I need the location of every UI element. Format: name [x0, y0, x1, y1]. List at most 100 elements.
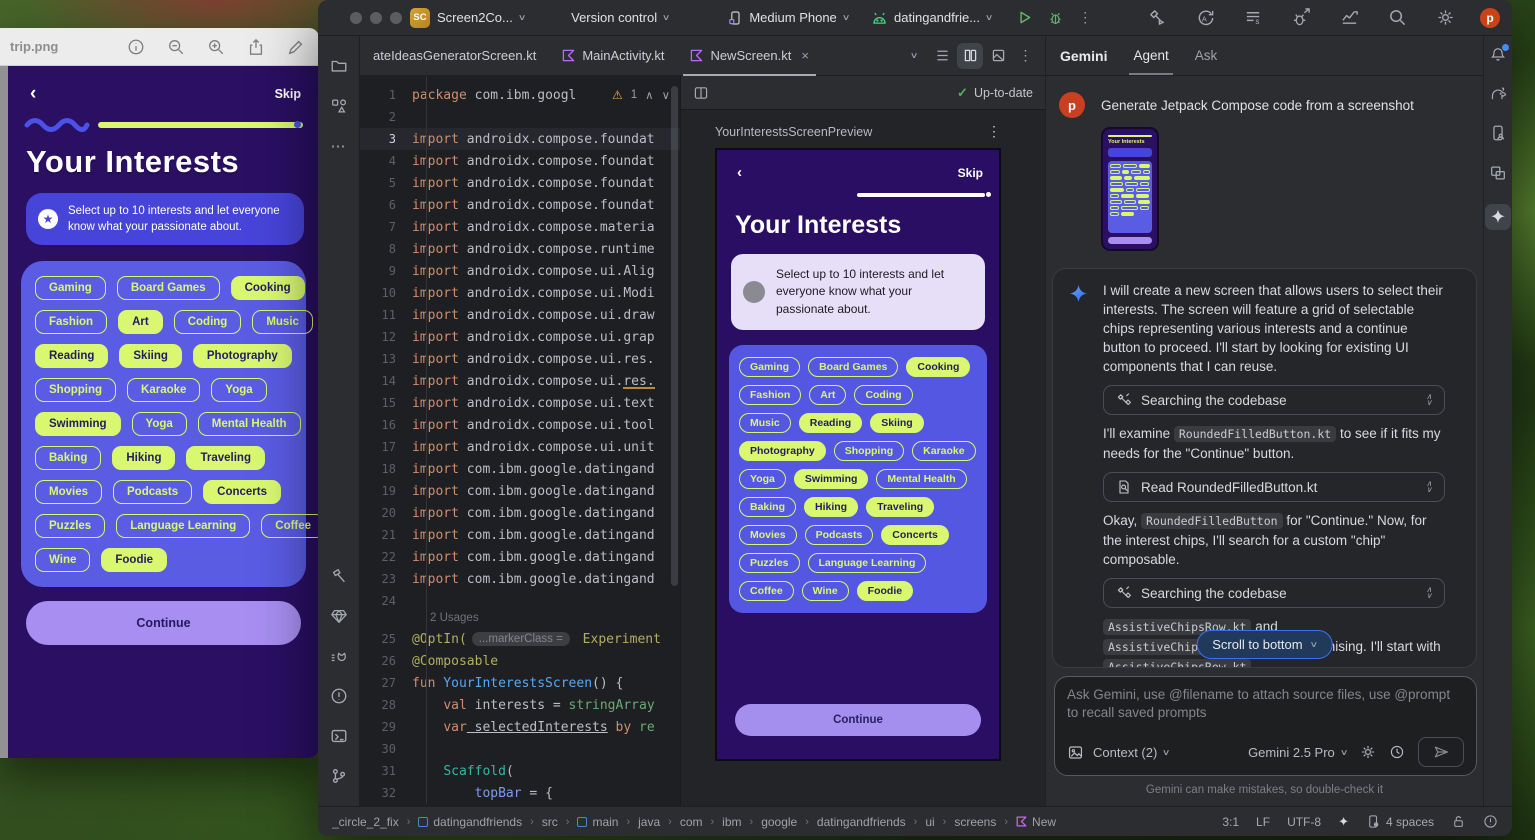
zoom-window-button[interactable]	[390, 12, 402, 24]
interest-chip: Skiing	[870, 413, 924, 433]
attached-screenshot-thumbnail[interactable]: Your Interests	[1101, 127, 1159, 251]
model-selector[interactable]: Gemini 2.5 Pro∨	[1248, 745, 1347, 760]
gemini-tool-card[interactable]: Searching the codebase∧∨	[1103, 578, 1445, 608]
breadcrumb-item[interactable]: java	[638, 815, 660, 829]
search-everywhere-icon[interactable]	[1384, 5, 1410, 31]
breadcrumb-item[interactable]: main	[577, 815, 618, 829]
breadcrumb-item[interactable]: datingandfriends	[418, 815, 522, 829]
file-encoding[interactable]: UTF-8	[1287, 815, 1321, 829]
attach-debugger-icon[interactable]	[1288, 5, 1314, 31]
tab-ask[interactable]: Ask	[1195, 36, 1218, 75]
code-view-icon[interactable]	[929, 43, 955, 69]
tab-dateideasgeneratorscreen[interactable]: ateIdeasGeneratorScreen.kt	[360, 36, 549, 75]
breadcrumb-item[interactable]: datingandfriends	[817, 815, 906, 829]
device-manager-icon[interactable]	[1489, 124, 1507, 142]
context-selector[interactable]: Context (2)∨	[1093, 745, 1170, 760]
info-icon[interactable]	[127, 38, 145, 56]
logcat-cat-icon[interactable]	[318, 636, 359, 676]
notifications-bell-icon[interactable]	[1489, 46, 1507, 64]
gemini-tool-window-icon[interactable]	[1485, 204, 1511, 230]
code-line: 6import androidx.compose.foundat	[360, 194, 680, 216]
more-actions-icon[interactable]: ⋮	[1078, 9, 1093, 26]
tab-mainactivity[interactable]: MainActivity.kt	[549, 36, 677, 75]
todo-list-icon[interactable]: s	[1240, 5, 1266, 31]
breadcrumb-item[interactable]: src	[542, 815, 558, 829]
indent-widget[interactable]: 4 spaces	[1366, 814, 1434, 829]
line-ending[interactable]: LF	[1256, 815, 1270, 829]
version-control-icon[interactable]	[318, 756, 359, 796]
problems-icon[interactable]	[318, 676, 359, 716]
breadcrumb-item[interactable]: New	[1016, 815, 1056, 829]
android-studio-window: SC Screen2Co...∨ Version control∨ Medium…	[318, 0, 1512, 836]
inspection-status-icon[interactable]	[1483, 814, 1498, 829]
interest-chips-grid: GamingBoard GamesCookingFashionArtCoding…	[729, 345, 987, 613]
build-hammer-icon[interactable]	[1144, 5, 1170, 31]
interest-chip: Coding	[854, 385, 912, 405]
inspection-widget[interactable]: ⚠1∧∨	[612, 88, 680, 102]
breadcrumb-item[interactable]: google	[761, 815, 797, 829]
zoom-out-icon[interactable]	[167, 38, 185, 56]
settings-gear-icon[interactable]	[1432, 5, 1458, 31]
breadcrumb-item[interactable]: ibm	[722, 815, 741, 829]
history-clock-icon[interactable]	[1389, 744, 1405, 760]
tab-newscreen[interactable]: NewScreen.kt ×	[677, 36, 822, 75]
breadcrumb-item[interactable]: screens	[954, 815, 996, 829]
close-tab-icon[interactable]: ×	[801, 48, 809, 63]
design-view-icon[interactable]	[985, 43, 1011, 69]
project-view-icon[interactable]	[318, 46, 359, 86]
gemini-prompt-input[interactable]	[1067, 686, 1464, 737]
gemini-tool-card[interactable]: Read RoundedFilledButton.kt∧∨	[1103, 472, 1445, 502]
interest-chip: Fashion	[35, 310, 107, 334]
traffic-lights[interactable]	[350, 12, 402, 24]
gemini-tool-card[interactable]: Searching the codebase∧∨	[1103, 385, 1445, 415]
cursor-position[interactable]: 3:1	[1222, 815, 1239, 829]
profiler-icon[interactable]	[1336, 5, 1362, 31]
gemini-input-box[interactable]: Context (2)∨ Gemini 2.5 Pro∨	[1054, 676, 1477, 776]
breadcrumb-item[interactable]: _circle_2_fix	[332, 815, 399, 829]
share-icon[interactable]	[247, 38, 265, 56]
interest-chip: Foodie	[857, 581, 913, 601]
user-avatar[interactable]: p	[1480, 8, 1500, 28]
layout-inspector-icon[interactable]	[1489, 164, 1507, 182]
run-config-selector[interactable]: datingandfrie...∨	[871, 10, 992, 25]
device-selector[interactable]: Medium Phone∨	[727, 10, 849, 26]
code-line: 7import androidx.compose.materia	[360, 216, 680, 238]
app-insights-gem-icon[interactable]	[318, 596, 359, 636]
interest-chip: Traveling	[866, 497, 934, 517]
send-button[interactable]	[1418, 737, 1464, 767]
vcs-selector[interactable]: Version control∨	[571, 10, 669, 25]
breadcrumb-item[interactable]: com	[680, 815, 703, 829]
attach-image-icon[interactable]	[1067, 744, 1084, 761]
editor-scrollbar[interactable]	[671, 86, 678, 586]
code-editor[interactable]: 1package com.ibm.googl⚠1∧∨23import andro…	[360, 76, 680, 806]
markup-pencil-icon[interactable]	[287, 38, 305, 56]
gemini-status-icon[interactable]: ✦	[1338, 814, 1349, 830]
scroll-to-bottom-button[interactable]: Scroll to bottom ∨	[1196, 630, 1333, 659]
preview-options-icon[interactable]: ⋮	[987, 123, 1001, 140]
kotlin-icon	[690, 49, 703, 62]
terminal-icon[interactable]	[318, 716, 359, 756]
code-line: 4import androidx.compose.foundat	[360, 150, 680, 172]
gradle-elephant-icon[interactable]	[1489, 86, 1508, 102]
tab-agent[interactable]: Agent	[1133, 36, 1168, 75]
run-button[interactable]	[1016, 9, 1033, 26]
usages-hint[interactable]: 2 Usages	[430, 612, 680, 628]
close-window-button[interactable]	[350, 12, 362, 24]
project-selector[interactable]: Screen2Co...∨	[437, 10, 525, 25]
zoom-in-icon[interactable]	[207, 38, 225, 56]
preview-layout-icon[interactable]	[693, 85, 709, 101]
more-tool-windows-icon[interactable]: ⋯	[318, 126, 359, 166]
split-view-icon[interactable]	[957, 43, 983, 69]
sync-project-icon[interactable]: A	[1192, 5, 1218, 31]
notification-dot	[1502, 44, 1509, 51]
editor-options-icon[interactable]: ⋮	[1013, 43, 1039, 69]
debug-button[interactable]	[1047, 9, 1064, 26]
gemini-settings-gear-icon[interactable]	[1360, 744, 1376, 760]
unlock-icon[interactable]	[1451, 814, 1466, 829]
breadcrumb-item[interactable]: ui	[925, 815, 934, 829]
left-tool-stripe: ⋯	[318, 36, 360, 806]
resource-manager-icon[interactable]	[318, 86, 359, 126]
minimize-window-button[interactable]	[370, 12, 382, 24]
tabs-chevron-down-icon[interactable]: ∨	[901, 43, 927, 69]
build-tool-window-icon[interactable]	[318, 556, 359, 596]
